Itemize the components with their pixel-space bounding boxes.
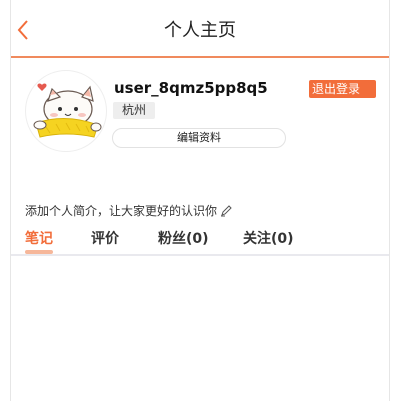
tab-notes[interactable]: 笔记 xyxy=(25,228,53,248)
username: user_8qmz5pp8q5 xyxy=(114,79,268,97)
location-badge: 杭州 xyxy=(113,102,156,119)
tab-following[interactable]: 关注(0) xyxy=(243,228,294,248)
profile-tabs: 笔记 评价 粉丝(0) 关注(0) xyxy=(11,228,389,256)
bio-prompt-text: 添加个人简介，让大家更好的认识你 xyxy=(25,204,218,218)
pencil-icon xyxy=(221,204,232,216)
content-area xyxy=(11,256,389,401)
top-bar: 个人主页 xyxy=(11,0,389,58)
cat-avatar-image xyxy=(33,83,102,138)
edit-profile-button[interactable]: 编辑资料 xyxy=(112,128,286,148)
logout-button[interactable]: 退出登录 xyxy=(309,80,376,98)
active-tab-indicator xyxy=(25,250,53,254)
tab-reviews[interactable]: 评价 xyxy=(91,228,119,248)
avatar[interactable] xyxy=(25,70,107,152)
bio-prompt[interactable]: 添加个人简介，让大家更好的认识你 xyxy=(25,202,232,219)
tab-followers[interactable]: 粉丝(0) xyxy=(158,228,209,248)
profile-page: 个人主页 user_8qmz5pp8q5 杭州 退出登录 编辑资料 添加个人简介… xyxy=(10,0,390,401)
page-title: 个人主页 xyxy=(164,20,236,41)
